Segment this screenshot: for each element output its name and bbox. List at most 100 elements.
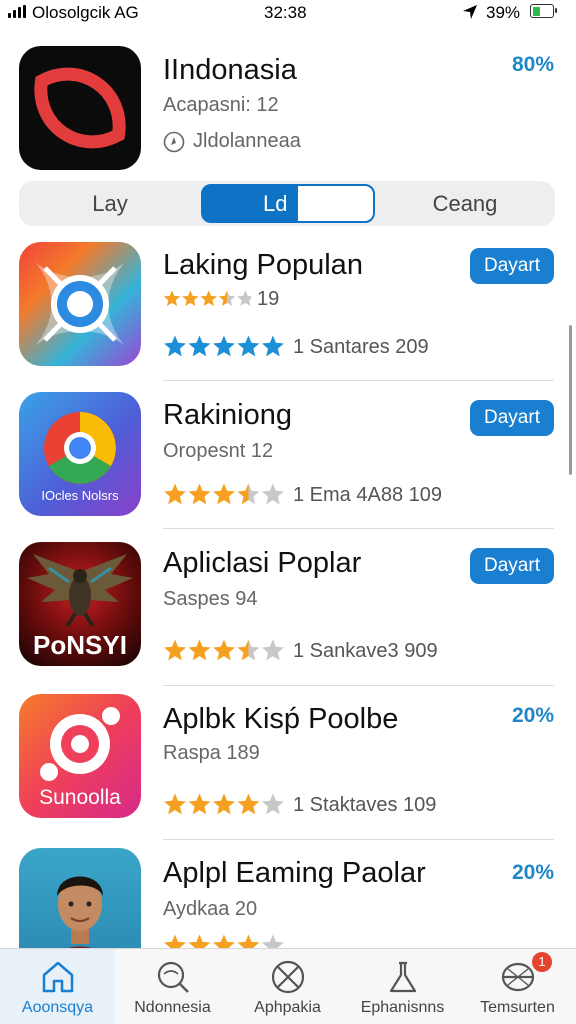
star-icon xyxy=(261,793,284,815)
battery-icon xyxy=(530,4,557,18)
star-icon xyxy=(188,793,211,815)
get-button[interactable]: Dayart xyxy=(470,248,554,284)
rating-count: 19 xyxy=(257,288,280,310)
get-button[interactable]: Dayart xyxy=(470,400,554,436)
star-icon xyxy=(261,483,284,505)
tab-apps[interactable]: Aphpakia xyxy=(230,949,345,1024)
tab-label: Ndonnesia xyxy=(134,999,211,1016)
star-icon xyxy=(237,335,260,357)
rating-text: 1 Sankave3 909 xyxy=(293,639,438,662)
rating-text: 1 Staktaves 109 xyxy=(293,793,437,816)
app-name: Aplpl Eaming Paolar xyxy=(163,857,426,889)
app-percent: 20% xyxy=(511,704,554,727)
featured-app-name: IIndonasia xyxy=(163,54,297,86)
star-icon xyxy=(237,934,260,948)
featured-app-meta: Jldolanneaa xyxy=(193,130,301,152)
icon-caption: Sunoolla xyxy=(39,786,121,809)
tab-label: Ephanisnns xyxy=(360,999,445,1016)
get-button[interactable]: Dayart xyxy=(470,548,554,584)
app-name: Apliclаsi Poplar xyxy=(163,547,362,579)
rating-stars-icon xyxy=(164,639,284,661)
location-arrow-icon xyxy=(463,5,477,19)
star-icon xyxy=(188,483,211,505)
eye-logo-icon[interactable] xyxy=(19,46,141,170)
star-icon xyxy=(261,934,284,948)
rating-text: 1 Santares 209 xyxy=(293,335,429,358)
star-icon xyxy=(164,483,186,505)
clock-time: 32:38 xyxy=(264,3,307,22)
app-subtitle: Raspa 189 xyxy=(163,742,260,764)
app-rating: 1 Sankave3 909 xyxy=(163,639,438,663)
tab-home[interactable]: Aoonsqya xyxy=(0,949,115,1024)
star-icon xyxy=(237,483,260,505)
ring-logo-icon[interactable]: Sunoolla xyxy=(19,694,141,818)
search-icon xyxy=(157,961,189,993)
tab-explore[interactable]: Ephanisnns xyxy=(345,949,460,1024)
signal-icon xyxy=(8,5,26,18)
app-subtitle: Saspes 94 xyxy=(163,588,258,610)
divider xyxy=(163,380,554,381)
list-item[interactable]: Aplpl Eaming Paolar Aydkaa 20 20% xyxy=(0,848,576,948)
star-icon xyxy=(182,289,199,306)
scrollbar[interactable] xyxy=(569,325,572,475)
star-icon xyxy=(188,639,211,661)
star-icon xyxy=(213,793,235,815)
divider xyxy=(163,685,554,686)
star-icon xyxy=(164,934,186,948)
app-name: Laking Populan xyxy=(163,249,363,281)
featured-app-percent: 80% xyxy=(511,53,554,76)
battery-percent: 39% xyxy=(486,3,521,22)
star-icon xyxy=(163,289,181,306)
icon-caption: PoNSYI xyxy=(33,630,127,660)
tab-label: Temsurten xyxy=(480,999,555,1016)
star-icon xyxy=(213,483,235,505)
tab-search[interactable]: Ndonnesia xyxy=(115,949,230,1024)
app-name: Rakiniong xyxy=(163,399,292,431)
notification-badge: 1 xyxy=(532,952,552,972)
list-item[interactable]: Laking Populan 19 1 Santares 209 Dayart xyxy=(0,240,576,381)
app-subtitle: Aydkaa 20 xyxy=(163,898,258,920)
star-icon xyxy=(213,639,235,661)
status-bar: Olosolgcik AG 32:38 39% xyxy=(0,0,576,26)
eagle-icon[interactable]: PoNSYI xyxy=(19,542,141,666)
app-rating: 1 Staktaves 109 xyxy=(163,793,436,817)
star-icon xyxy=(261,639,284,661)
star-icon xyxy=(200,289,217,306)
app-rating: 19 xyxy=(163,288,279,311)
flask-icon xyxy=(389,961,417,993)
tab-bar: Aoonsqya Ndonnesia Aphpakia Ephanisnns 1… xyxy=(0,948,576,1024)
star-icon xyxy=(218,289,236,306)
info-circle-icon xyxy=(163,131,185,153)
rating-text: 1 Ema 4A88 109 xyxy=(293,483,442,506)
star-icon xyxy=(164,793,186,815)
home-icon xyxy=(42,961,74,993)
app-subtitle: Oropesnt 12 xyxy=(163,440,274,462)
tab-updates[interactable]: 1 Temsurten xyxy=(460,949,576,1024)
featured-app-subtitle: Acapasni: 12 xyxy=(163,94,279,116)
target-cross-icon[interactable] xyxy=(19,242,141,366)
rating-stars-icon xyxy=(164,934,284,948)
app-name: Aplbk Kisṕ Poolbe xyxy=(163,703,399,735)
crossed-circle-icon xyxy=(271,960,305,994)
person-avatar-icon[interactable] xyxy=(19,848,141,948)
chrome-like-icon[interactable]: IOcles Nolsrs xyxy=(19,392,141,516)
rating-stars-icon xyxy=(164,335,284,357)
list-item[interactable]: Sunoolla Aplbk Kisṕ Poolbe Raspa 189 1 … xyxy=(0,694,576,840)
featured-app[interactable]: IIndonasia Acapasni: 12 Jldolanneaa 80% xyxy=(0,40,576,175)
star-icon xyxy=(213,335,235,357)
app-rating: 1 Ema 4A88 109 xyxy=(163,483,442,507)
tab-label: Aoonsqya xyxy=(21,999,94,1016)
list-item[interactable]: IOcles Nolsrs Rakiniong Oropesnt 12 1 Em… xyxy=(0,390,576,530)
segment-tab-2[interactable]: Ceang xyxy=(375,181,555,226)
app-rating-secondary: 1 Santares 209 xyxy=(163,335,429,359)
segment-tab-0[interactable]: Lay xyxy=(19,181,201,226)
star-icon xyxy=(237,289,251,306)
star-icon xyxy=(213,934,235,948)
star-icon xyxy=(237,639,260,661)
star-icon xyxy=(261,335,284,357)
carrier-name: Olosolgcik AG xyxy=(32,3,139,22)
segment-tab-1[interactable]: Ld xyxy=(201,184,375,223)
rating-stars-icon xyxy=(164,793,284,815)
list-item[interactable]: PoNSYI Apliclаsi Poplar Saspes 94 1 Sank… xyxy=(0,540,576,686)
segmented-control: Lay Ld Ceang xyxy=(19,181,555,226)
